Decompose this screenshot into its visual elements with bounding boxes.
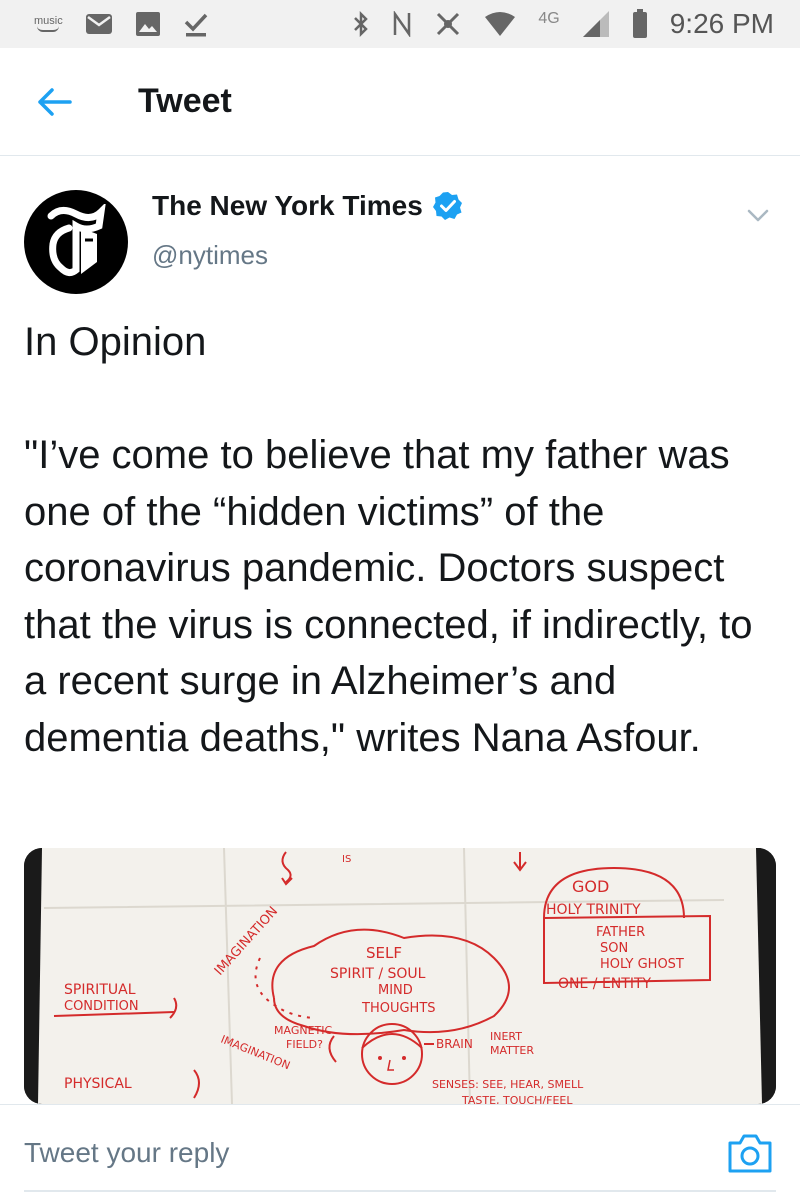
- bluetooth-icon: [354, 10, 369, 38]
- status-bar-right: 4G 9:26 PM: [352, 8, 774, 40]
- status-bar: music 4G 9:26 PM: [0, 0, 800, 48]
- tweet-menu-button[interactable]: [740, 198, 776, 234]
- label-matter: MATTER: [490, 1044, 534, 1057]
- label-taste: TASTE, TOUCH/FEEL: [461, 1094, 573, 1104]
- nyt-logo-icon: [47, 204, 106, 277]
- status-bar-left: music: [34, 10, 209, 38]
- label-inert: INERT: [490, 1030, 522, 1043]
- reply-bar: [0, 1104, 800, 1200]
- back-button[interactable]: [24, 72, 84, 132]
- label-holy-ghost: HOLY GHOST: [600, 957, 684, 972]
- label-brain: BRAIN: [436, 1037, 473, 1051]
- camera-button[interactable]: [726, 1131, 774, 1175]
- label-holy-trinity: HOLY TRINITY: [546, 902, 641, 918]
- signal-icon: [582, 11, 609, 37]
- nfc-icon: [394, 11, 411, 37]
- label-spirit-soul: SPIRIT / SOUL: [330, 966, 426, 982]
- label-field: FIELD?: [286, 1038, 323, 1051]
- camera-icon: [728, 1134, 772, 1173]
- label-condition: CONDITION: [64, 999, 139, 1014]
- verified-badge-icon: [432, 192, 462, 220]
- label-is: IS: [342, 854, 351, 865]
- download-done-icon: [184, 13, 208, 37]
- reply-input[interactable]: [24, 1117, 704, 1188]
- label-mind: MIND: [378, 983, 413, 998]
- clock: 9:26 PM: [669, 8, 774, 39]
- reply-underline: [24, 1190, 776, 1192]
- label-magnetic: MAGNETIC: [274, 1024, 332, 1037]
- page-title: Tweet: [138, 82, 232, 120]
- author-name-row: The New York Times: [152, 190, 463, 222]
- label-son: SON: [600, 941, 628, 956]
- arrow-left-icon: [38, 87, 72, 116]
- label-one-entity: ONE / ENTITY: [558, 976, 652, 992]
- avatar[interactable]: [24, 190, 128, 294]
- author-name[interactable]: The New York Times: [152, 190, 423, 222]
- wifi-icon: [485, 12, 516, 36]
- label-spiritual: SPIRITUAL: [64, 982, 136, 998]
- handwritten-diagram: GOD HOLY TRINITY FATHER SON HOLY GHOST O…: [24, 848, 776, 1104]
- mail-icon: [85, 14, 112, 34]
- app-header: Tweet: [0, 48, 800, 156]
- label-self: SELF: [366, 944, 402, 962]
- label-thoughts: THOUGHTS: [361, 1001, 436, 1016]
- label-god: GOD: [572, 877, 609, 896]
- label-father: FATHER: [596, 925, 645, 940]
- mute-icon: [437, 12, 460, 36]
- amazon-music-icon: music: [34, 16, 63, 32]
- tweet-image[interactable]: GOD HOLY TRINITY FATHER SON HOLY GHOST O…: [24, 848, 776, 1104]
- author-handle[interactable]: @nytimes: [152, 240, 268, 271]
- label-senses: SENSES: SEE, HEAR, SMELL: [432, 1078, 584, 1091]
- label-physical: PHYSICAL: [64, 1076, 132, 1092]
- tweet-author: The New York Times @nytimes: [24, 180, 776, 294]
- network-type: 4G: [538, 10, 560, 27]
- tweet-text: In Opinion "I’ve come to believe that my…: [24, 320, 753, 760]
- image-icon: [135, 12, 160, 36]
- music-label: music: [34, 15, 63, 27]
- battery-icon: [632, 9, 647, 38]
- chevron-down-icon: [747, 209, 769, 222]
